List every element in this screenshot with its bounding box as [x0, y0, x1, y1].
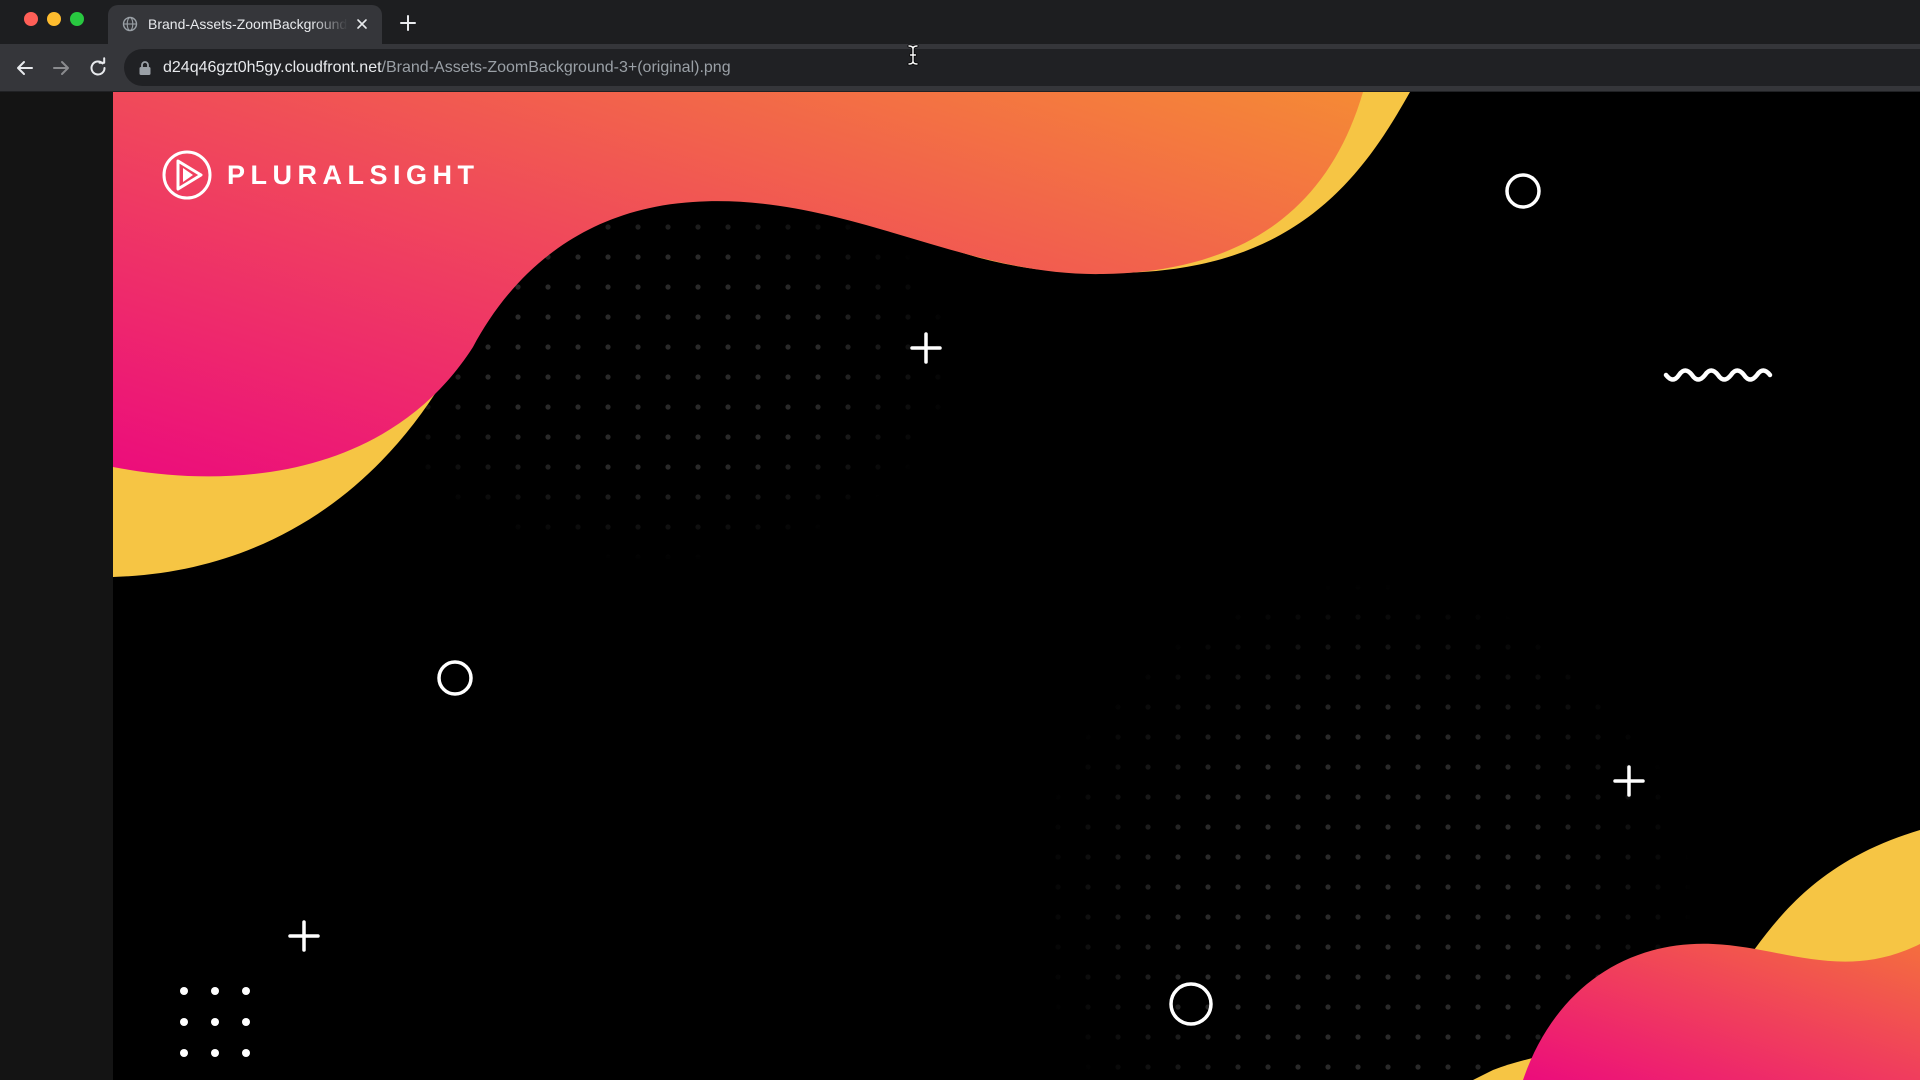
tab-strip: Brand-Assets-ZoomBackground-3+(original)…: [0, 0, 1920, 44]
zigzag-wave-shape: [1663, 368, 1773, 382]
window-close-button[interactable]: [24, 12, 38, 26]
new-tab-plus-icon[interactable]: [398, 13, 418, 33]
back-arrow-icon[interactable]: [13, 56, 37, 80]
zoom-background-image: PLURALSIGHT: [113, 92, 1920, 1080]
url-text[interactable]: d24q46gzt0h5gy.cloudfront.net/Brand-Asse…: [163, 59, 731, 77]
globe-icon: [122, 16, 138, 32]
browser-toolbar: d24q46gzt0h5gy.cloudfront.net/Brand-Asse…: [0, 44, 1920, 92]
page-viewport: PLURALSIGHT: [0, 92, 1920, 1080]
window-minimize-button[interactable]: [47, 12, 61, 26]
background-artwork: [113, 92, 1920, 1080]
logo-wordmark: PLURALSIGHT: [227, 160, 480, 190]
browser-tab[interactable]: Brand-Assets-ZoomBackground-3+(original)…: [108, 5, 382, 44]
play-logo-icon: [162, 150, 212, 200]
text-cursor-icon: [907, 44, 919, 66]
lock-icon[interactable]: [138, 60, 152, 76]
close-icon[interactable]: [354, 16, 370, 32]
window-maximize-button[interactable]: [70, 12, 84, 26]
dot-grid-decoration: [180, 987, 250, 1057]
circle-outline-2: [437, 660, 473, 696]
url-host: d24q46gzt0h5gy.cloudfront.net: [163, 59, 382, 76]
reload-icon[interactable]: [86, 56, 110, 80]
url-path: /Brand-Assets-ZoomBackground-3+(original…: [381, 59, 731, 76]
circle-outline-1: [1505, 173, 1541, 209]
tab-title: Brand-Assets-ZoomBackground-3+(original)…: [148, 16, 348, 32]
forward-arrow-icon[interactable]: [49, 56, 73, 80]
address-bar[interactable]: d24q46gzt0h5gy.cloudfront.net/Brand-Asse…: [124, 49, 1920, 86]
plus-shape-3: [288, 920, 320, 952]
